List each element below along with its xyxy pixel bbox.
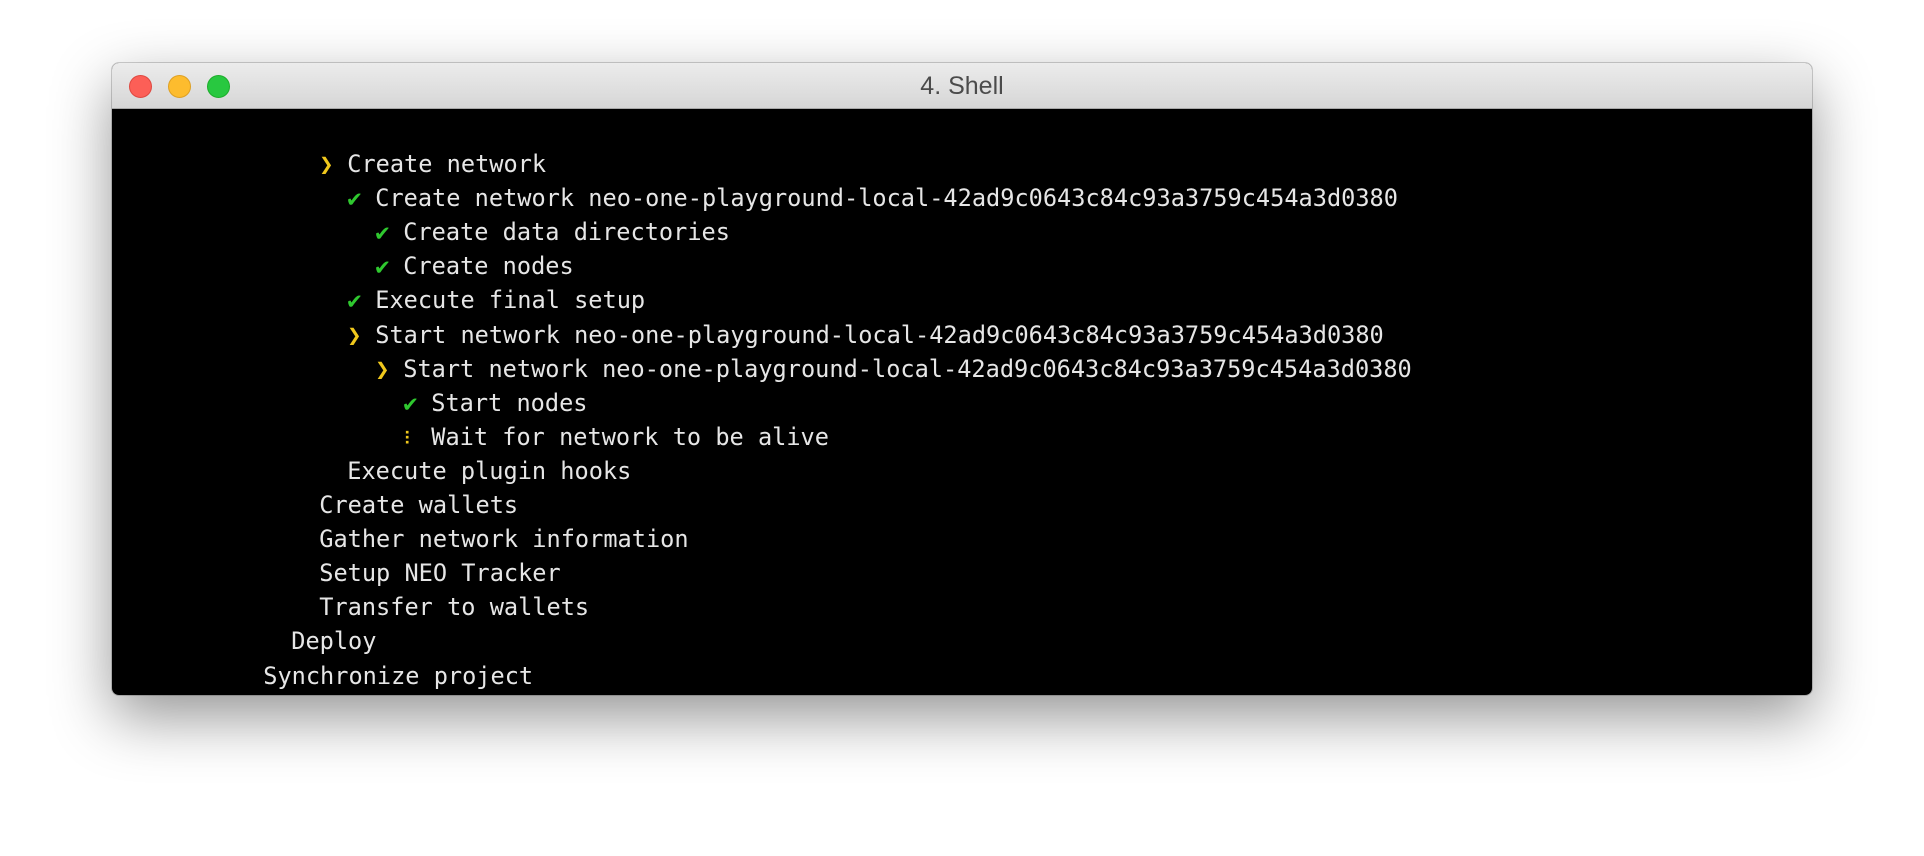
window-title: 4. Shell	[920, 72, 1004, 100]
task-label: Create wallets	[319, 491, 519, 520]
checkmark-icon: ✔	[375, 218, 390, 247]
title-bar[interactable]: 4. Shell	[112, 63, 1812, 109]
task-label: Gather network information	[319, 525, 689, 554]
task-label: Start network neo-one-playground-local-4…	[375, 320, 1384, 349]
task-label: Create data directories	[403, 218, 730, 247]
task-line: ❯ Create network	[112, 113, 1812, 178]
task-label: Create network	[347, 150, 547, 179]
checkmark-icon: ✔	[347, 286, 362, 315]
task-label: Synchronize project	[263, 661, 534, 690]
terminal-window: 4. Shell ❯ Create network ✔ Create network…	[112, 63, 1812, 695]
task-label: Execute plugin hooks	[347, 456, 632, 485]
task-label: Setup NEO Tracker	[319, 559, 561, 588]
task-label: Transfer to wallets	[319, 593, 590, 622]
task-label: Execute final setup	[375, 286, 646, 315]
arrow-icon: ❯	[347, 320, 362, 349]
checkmark-icon: ✔	[403, 388, 418, 417]
spinner-icon: ⠇	[403, 428, 417, 450]
terminal-output[interactable]: ❯ Create network ✔ Create network neo-one-…	[112, 109, 1812, 695]
task-label: Deploy	[291, 627, 377, 656]
task-label: Create network neo-one-playground-local-…	[375, 184, 1398, 213]
arrow-icon: ❯	[375, 354, 390, 383]
checkmark-icon: ✔	[347, 184, 362, 213]
task-label: Start network neo-one-playground-local-4…	[403, 354, 1412, 383]
task-label: Create nodes	[403, 252, 574, 281]
task-label: Wait for network to be alive	[431, 422, 829, 451]
arrow-icon: ❯	[319, 150, 334, 179]
checkmark-icon: ✔	[375, 252, 390, 281]
task-label: Start nodes	[431, 388, 588, 417]
